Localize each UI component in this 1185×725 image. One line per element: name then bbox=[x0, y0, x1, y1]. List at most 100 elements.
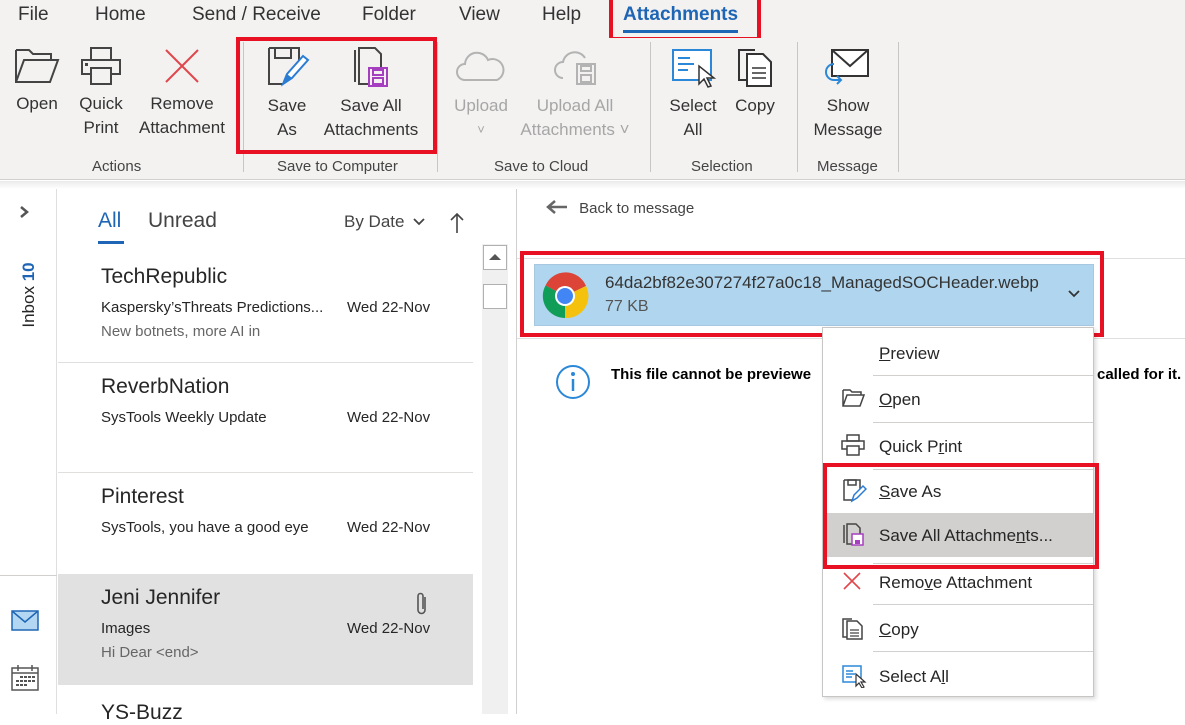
folder-open-icon bbox=[842, 389, 865, 407]
upload-button[interactable]: Upload ˅ bbox=[450, 46, 512, 142]
cloud-save-all-icon bbox=[554, 51, 596, 85]
tab-send-receive[interactable]: Send / Receive bbox=[192, 4, 321, 26]
save-as-icon bbox=[268, 47, 310, 87]
message-date: Wed 22-Nov bbox=[347, 299, 431, 316]
save-all-attachments-button[interactable]: Save All Attachments bbox=[320, 46, 422, 142]
divider bbox=[517, 258, 1185, 259]
menu-separator bbox=[873, 604, 1093, 605]
filter-unread[interactable]: Unread bbox=[148, 209, 217, 233]
save-as-button[interactable]: Save As bbox=[258, 46, 316, 142]
select-all-icon bbox=[842, 665, 867, 688]
menu-item-remove-attachment[interactable]: Remove Attachment bbox=[823, 560, 1093, 604]
ribbon-separator bbox=[437, 42, 438, 172]
group-label-message: Message bbox=[817, 158, 878, 175]
message-date: Wed 22-Nov bbox=[347, 519, 431, 536]
message-list-scrollbar[interactable] bbox=[482, 244, 508, 714]
group-label-save-to-cloud: Save to Cloud bbox=[494, 158, 589, 175]
message-subject: SysTools, you have a good eye bbox=[101, 519, 309, 536]
menu-item-save-all-attachments[interactable]: Save All Attachments... bbox=[823, 513, 1093, 557]
message-item[interactable]: Pinterest SysTools, you have a good eye … bbox=[58, 473, 473, 573]
copy-icon bbox=[738, 49, 772, 87]
attachment-chip[interactable]: 64da2bf82e307274f27a0c18_ManagedSOCHeade… bbox=[534, 264, 1094, 326]
save-as-icon bbox=[843, 479, 867, 503]
message-date: Wed 22-Nov bbox=[347, 620, 431, 637]
mail-icon[interactable] bbox=[11, 610, 39, 631]
tab-view[interactable]: View bbox=[459, 4, 500, 26]
message-preview: New botnets, more AI in bbox=[101, 323, 261, 340]
message-item[interactable]: ReverbNation SysTools Weekly Update Wed … bbox=[58, 363, 473, 473]
scroll-up-button[interactable] bbox=[483, 245, 507, 270]
attachment-size: 77 KB bbox=[605, 298, 649, 315]
upload-all-attachments-button[interactable]: Upload All Attachments ˅ bbox=[515, 46, 635, 142]
message-subject: Images bbox=[101, 620, 151, 637]
chevron-down-icon[interactable] bbox=[1067, 289, 1081, 299]
message-item[interactable]: TechRepublic Kaspersky’sThreats Predicti… bbox=[58, 253, 473, 363]
tab-file[interactable]: File bbox=[18, 4, 49, 26]
menu-item-copy[interactable]: Copy bbox=[823, 607, 1093, 651]
inbox-unread-count: 10 bbox=[19, 262, 38, 282]
tab-folder[interactable]: Folder bbox=[362, 4, 416, 26]
chevron-right-icon[interactable] bbox=[18, 205, 30, 219]
back-to-message-link[interactable]: Back to message bbox=[545, 199, 694, 217]
menu-item-select-all[interactable]: Select All bbox=[823, 654, 1093, 698]
select-all-icon bbox=[672, 49, 717, 88]
open-button[interactable]: Open bbox=[10, 46, 64, 116]
ribbon-shadow bbox=[0, 181, 1185, 189]
calendar-icon[interactable] bbox=[11, 664, 39, 692]
info-icon bbox=[556, 365, 590, 399]
copy-button[interactable]: Copy bbox=[728, 46, 782, 118]
menu-separator bbox=[873, 651, 1093, 652]
filter-active-underline bbox=[98, 241, 124, 244]
message-item-selected[interactable]: Jeni Jennifer Images Wed 22-Nov Hi Dear … bbox=[58, 574, 473, 685]
menu-item-quick-print[interactable]: Quick Print bbox=[823, 424, 1093, 468]
message-sender: TechRepublic bbox=[101, 265, 228, 288]
menu-bar: File Home Send / Receive Folder View Hel… bbox=[0, 0, 1185, 38]
tab-attachments[interactable]: Attachments bbox=[623, 4, 739, 33]
menu-separator bbox=[873, 375, 1093, 376]
quick-print-button[interactable]: Quick Print bbox=[74, 46, 128, 140]
save-all-icon bbox=[354, 47, 388, 87]
printer-icon bbox=[81, 47, 121, 85]
show-message-button[interactable]: Show Message bbox=[810, 46, 886, 142]
ribbon: Open Quick Print Remove Attachment Actio… bbox=[0, 38, 1185, 180]
printer-icon bbox=[841, 434, 865, 456]
arrow-left-icon bbox=[546, 200, 567, 214]
tab-home[interactable]: Home bbox=[95, 4, 146, 26]
group-label-selection: Selection bbox=[691, 158, 753, 175]
show-message-icon bbox=[825, 49, 869, 85]
sort-by-date-dropdown[interactable]: By Date bbox=[344, 212, 426, 232]
group-label-save-to-computer: Save to Computer bbox=[277, 158, 398, 175]
ribbon-separator bbox=[898, 42, 899, 172]
copy-icon bbox=[842, 618, 863, 640]
chevron-down-icon bbox=[413, 218, 425, 226]
paperclip-icon bbox=[417, 592, 426, 615]
message-sender: Pinterest bbox=[101, 485, 184, 508]
message-preview: Hi Dear <end> bbox=[101, 644, 199, 661]
message-sender: ReverbNation bbox=[101, 375, 230, 398]
cloud-upload-icon bbox=[456, 51, 505, 81]
attachment-filename: 64da2bf82e307274f27a0c18_ManagedSOCHeade… bbox=[605, 273, 1039, 292]
menu-item-save-as[interactable]: Save As bbox=[823, 469, 1093, 513]
menu-item-open[interactable]: Open bbox=[823, 377, 1093, 421]
select-all-button[interactable]: Select All bbox=[664, 46, 722, 142]
save-all-icon bbox=[843, 523, 864, 546]
message-item[interactable]: YS-Buzz bbox=[58, 685, 473, 725]
message-subject: SysTools Weekly Update bbox=[101, 409, 267, 426]
triangle-up-icon bbox=[489, 254, 501, 260]
inbox-folder-label[interactable]: Inbox 10 bbox=[19, 254, 39, 336]
arrow-up-icon[interactable] bbox=[450, 212, 464, 234]
ribbon-separator bbox=[243, 42, 244, 172]
menu-item-preview[interactable]: Preview bbox=[823, 331, 1093, 375]
message-subject: Kaspersky’sThreats Predictions... bbox=[101, 299, 324, 316]
scroll-thumb[interactable] bbox=[483, 284, 507, 309]
message-sender: YS-Buzz bbox=[101, 701, 183, 724]
info-message-left: This file cannot be previewe bbox=[611, 366, 812, 383]
chrome-icon bbox=[542, 272, 589, 319]
tab-help[interactable]: Help bbox=[542, 4, 581, 26]
filter-all[interactable]: All bbox=[98, 209, 121, 233]
left-nav: Inbox 10 bbox=[0, 189, 57, 714]
info-message-right: called for it. bbox=[1097, 366, 1182, 383]
remove-attachment-button[interactable]: Remove Attachment bbox=[136, 46, 228, 140]
message-sender: Jeni Jennifer bbox=[101, 586, 221, 609]
menu-separator bbox=[873, 422, 1093, 423]
